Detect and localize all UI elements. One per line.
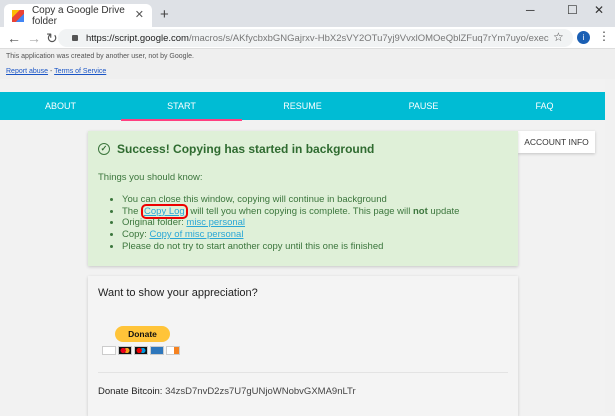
check-circle-icon: ✓ xyxy=(98,143,110,155)
bookmark-star-icon[interactable]: ☆ xyxy=(553,30,564,44)
success-title: Success! Copying has started in backgrou… xyxy=(117,142,375,156)
nav-pause[interactable]: PAUSE xyxy=(363,92,484,120)
list-item: Copy: Copy of misc personal xyxy=(122,229,508,241)
list-item: The Copy Log will tell you when copying … xyxy=(122,203,508,219)
lock-icon xyxy=(72,35,78,41)
nav-faq[interactable]: FAQ xyxy=(484,92,605,120)
url-host: https://script.google.com xyxy=(86,32,189,44)
close-window-icon[interactable]: ✕ xyxy=(594,3,604,17)
url-input[interactable]: https://script.google.com/macros/s/AKfyc… xyxy=(58,29,573,47)
bitcoin-address: 34zsD7nvD2zs7U7gUNjoWNobvGXMA9nLTr xyxy=(165,386,356,397)
account-info-button[interactable]: ACCOUNT INFO xyxy=(518,131,595,153)
top-nav: ABOUT START RESUME PAUSE FAQ xyxy=(0,92,605,121)
back-icon[interactable]: ← xyxy=(7,30,21,46)
notice-text: This application was created by another … xyxy=(6,53,194,60)
profile-avatar[interactable]: i xyxy=(577,31,590,44)
maximize-icon[interactable]: ☐ xyxy=(567,3,578,17)
app-favicon-icon xyxy=(12,9,24,22)
text: update xyxy=(427,205,460,217)
text-bold: not xyxy=(412,205,428,217)
copy-folder-link[interactable]: Copy of misc personal xyxy=(149,229,243,240)
list-item: Please do not try to start another copy … xyxy=(122,241,508,253)
close-tab-icon[interactable]: ✕ xyxy=(135,8,144,21)
menu-icon[interactable]: ⋮ xyxy=(598,29,610,43)
discover-icon xyxy=(166,346,180,355)
apps-script-notice: This application was created by another … xyxy=(0,49,615,79)
tab-strip: Copy a Google Drive folder ✕ + ─ ☐ ✕ xyxy=(0,0,615,27)
url-path: /macros/s/AKfycbxbGNGajrxv-HbX2sVY2OTu7y… xyxy=(188,32,549,44)
text: will tell you when copying is complete. … xyxy=(187,205,413,217)
address-bar-row: ← → ↻ https://script.google.com/macros/s… xyxy=(0,27,615,49)
forward-icon[interactable]: → xyxy=(27,30,41,46)
appreciation-title: Want to show your appreciation? xyxy=(98,287,258,299)
nav-resume[interactable]: RESUME xyxy=(242,92,363,120)
nav-start[interactable]: START xyxy=(121,92,242,121)
browser-tab[interactable]: Copy a Google Drive folder ✕ xyxy=(4,4,152,27)
info-list: You can close this window, copying will … xyxy=(98,194,508,253)
report-abuse-link[interactable]: Report abuse xyxy=(6,68,48,75)
bitcoin-donation: Donate Bitcoin: 34zsD7nvD2zs7U7gUNjoWNob… xyxy=(98,386,356,397)
success-card: ✓ Success! Copying has started in backgro… xyxy=(88,131,518,266)
text: Copy: xyxy=(122,229,150,241)
copy-log-link[interactable]: Copy Log xyxy=(144,206,185,217)
scrollbar[interactable] xyxy=(605,79,615,413)
visa-icon xyxy=(102,346,116,355)
new-tab-icon[interactable]: + xyxy=(160,6,169,23)
reload-icon[interactable]: ↻ xyxy=(46,30,58,47)
mastercard-icon xyxy=(118,346,132,355)
divider xyxy=(98,372,508,373)
original-folder-link[interactable]: misc personal xyxy=(186,217,245,228)
list-item: Original folder: misc personal xyxy=(122,217,508,229)
bitcoin-label: Donate Bitcoin: xyxy=(98,386,163,397)
paypal-donate-button[interactable]: Donate xyxy=(115,326,170,342)
text: Original folder: xyxy=(122,217,187,229)
maestro-icon xyxy=(134,346,148,355)
terms-link[interactable]: Terms of Service xyxy=(54,68,106,75)
payment-cards xyxy=(102,346,180,355)
text: The xyxy=(122,205,142,217)
success-intro: Things you should know: xyxy=(98,172,203,183)
nav-about[interactable]: ABOUT xyxy=(0,92,121,120)
amex-icon xyxy=(150,346,164,355)
appreciation-card: Want to show your appreciation? Donate D… xyxy=(88,276,518,416)
minimize-icon[interactable]: ─ xyxy=(526,3,535,17)
